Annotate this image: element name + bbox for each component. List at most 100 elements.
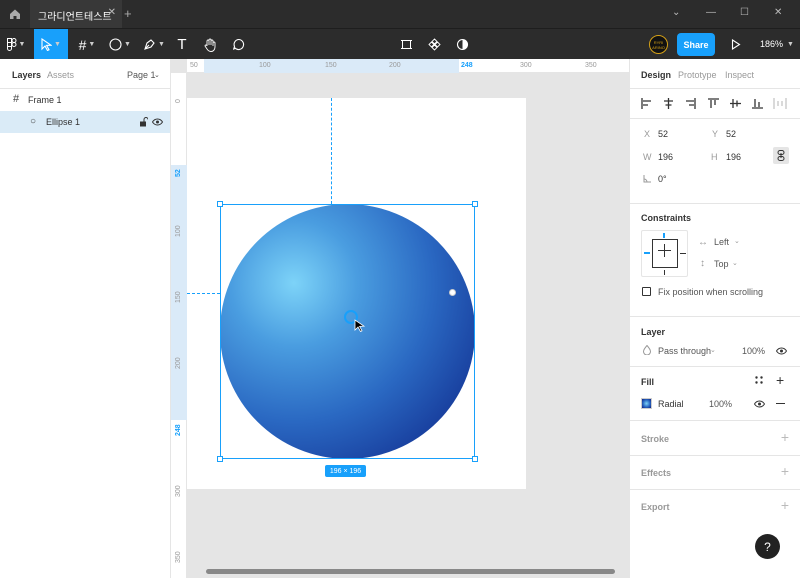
measure-guide-left bbox=[187, 293, 220, 294]
eye-icon[interactable] bbox=[754, 400, 765, 408]
comment-tool-button[interactable] bbox=[228, 29, 248, 60]
x-label: X bbox=[644, 129, 651, 139]
measure-guide-top bbox=[331, 98, 332, 204]
move-tool-button[interactable]: ▼ bbox=[34, 29, 68, 60]
ruler-tick: 150 bbox=[325, 62, 337, 69]
remove-fill-button[interactable] bbox=[776, 403, 785, 404]
gradient-edge-handle[interactable] bbox=[449, 289, 456, 296]
unlock-icon[interactable] bbox=[139, 117, 148, 127]
add-export-button[interactable]: + bbox=[781, 497, 789, 513]
fill-type[interactable]: Radial bbox=[658, 399, 684, 409]
pen-tool-button[interactable]: ▼ bbox=[139, 29, 169, 60]
home-button[interactable] bbox=[0, 0, 30, 28]
file-tab[interactable]: 그라디언트테스트 ✕ bbox=[30, 0, 122, 28]
share-button[interactable]: Share bbox=[677, 33, 715, 56]
selection-box bbox=[220, 204, 475, 459]
fix-scroll-checkbox[interactable] bbox=[642, 287, 651, 296]
fill-opacity-input[interactable]: 100% bbox=[709, 399, 732, 409]
page-selector[interactable]: Page 1 bbox=[127, 70, 156, 80]
tab-bar: 그라디언트테스트 ✕ + ⌄ — ☐ ✕ bbox=[0, 0, 800, 28]
tab-design[interactable]: Design bbox=[641, 70, 671, 80]
resize-handle-se[interactable] bbox=[472, 456, 478, 462]
horizontal-constraint-select[interactable]: Left bbox=[714, 237, 729, 247]
constraint-top-active[interactable] bbox=[663, 233, 665, 238]
align-top-icon[interactable] bbox=[708, 98, 719, 109]
ellipse-icon: ○ bbox=[30, 116, 37, 127]
align-bottom-icon[interactable] bbox=[752, 98, 763, 109]
ruler-tick-selected: 248 bbox=[175, 424, 182, 436]
constraints-title: Constraints bbox=[641, 213, 692, 223]
tab-layers[interactable]: Layers bbox=[12, 70, 41, 80]
pen-icon bbox=[144, 39, 155, 50]
window-close-icon[interactable]: ✕ bbox=[774, 7, 782, 18]
new-tab-button[interactable]: + bbox=[124, 6, 132, 21]
maximize-icon[interactable]: ☐ bbox=[740, 7, 749, 18]
eye-icon[interactable] bbox=[152, 118, 163, 126]
align-center-vertical-icon[interactable] bbox=[730, 98, 741, 109]
y-input[interactable]: 52 bbox=[726, 129, 736, 139]
crop-button[interactable] bbox=[396, 29, 416, 60]
close-tab-icon[interactable]: ✕ bbox=[108, 7, 116, 18]
text-tool-button[interactable]: T bbox=[172, 29, 192, 60]
resize-handle-sw[interactable] bbox=[217, 456, 223, 462]
frame-icon: # bbox=[78, 36, 87, 53]
add-effect-button[interactable]: + bbox=[781, 463, 789, 479]
constraint-left-active[interactable] bbox=[644, 252, 650, 254]
w-input[interactable]: 196 bbox=[658, 152, 673, 162]
fill-swatch[interactable] bbox=[641, 398, 652, 409]
constraint-right[interactable] bbox=[680, 253, 686, 254]
tab-assets[interactable]: Assets bbox=[47, 70, 74, 80]
align-center-horizontal-icon[interactable] bbox=[663, 98, 674, 109]
chevron-down-icon[interactable]: ⌄ bbox=[154, 71, 160, 79]
constraints-widget[interactable] bbox=[641, 230, 688, 277]
distribute-icon[interactable] bbox=[773, 98, 787, 109]
resize-handle-nw[interactable] bbox=[217, 201, 223, 207]
main-menu-button[interactable]: ▼ bbox=[0, 29, 32, 60]
constrain-proportions-button[interactable] bbox=[773, 147, 789, 164]
layer-row-frame[interactable]: # Frame 1 bbox=[0, 89, 170, 111]
eye-icon[interactable] bbox=[776, 347, 787, 355]
file-tab-title: 그라디언트테스트 bbox=[38, 12, 112, 23]
canvas[interactable]: 50 100 150 200 248 300 350 0 52 100 150 … bbox=[171, 59, 629, 578]
h-input[interactable]: 196 bbox=[726, 152, 741, 162]
align-right-icon[interactable] bbox=[685, 98, 696, 109]
blend-mode-select[interactable]: Pass through bbox=[658, 346, 711, 356]
blend-mode-icon bbox=[643, 345, 651, 355]
style-grid-icon[interactable] bbox=[755, 376, 763, 384]
vertical-ruler: 0 52 100 150 200 248 300 350 bbox=[171, 73, 187, 578]
vertical-constraint-select[interactable]: Top bbox=[714, 259, 729, 269]
zoom-level[interactable]: 186% bbox=[760, 39, 783, 49]
play-icon bbox=[731, 39, 741, 50]
resize-handle-ne[interactable] bbox=[472, 201, 478, 207]
help-button[interactable]: ? bbox=[755, 534, 780, 559]
rotation-input[interactable]: 0° bbox=[658, 174, 667, 184]
horizontal-scrollbar[interactable] bbox=[206, 569, 615, 574]
stroke-section: Stroke + bbox=[630, 421, 800, 456]
frame-tool-button[interactable]: # ▼ bbox=[72, 29, 102, 60]
layer-name: Frame 1 bbox=[28, 95, 62, 105]
layer-row-ellipse[interactable]: ○ Ellipse 1 bbox=[0, 111, 170, 133]
tab-prototype[interactable]: Prototype bbox=[678, 70, 717, 80]
frame-1[interactable]: 196 × 196 bbox=[187, 98, 526, 489]
tab-inspect[interactable]: Inspect bbox=[725, 70, 754, 80]
avatar[interactable]: RYRI ARINO bbox=[649, 35, 668, 54]
constraint-bottom[interactable] bbox=[664, 270, 665, 275]
layer-opacity-input[interactable]: 100% bbox=[742, 346, 765, 356]
present-button[interactable] bbox=[728, 29, 744, 60]
left-panel: Layers Assets Page 1 ⌄ # Frame 1 ○ Ellip… bbox=[0, 59, 171, 578]
transform-section: X 52 Y 52 W 196 H 196 0° bbox=[630, 119, 800, 204]
hand-tool-button[interactable] bbox=[200, 29, 220, 60]
minimize-icon[interactable]: — bbox=[706, 7, 716, 18]
ruler-tick: 100 bbox=[175, 225, 182, 237]
chevron-down-icon[interactable]: ⌄ bbox=[672, 7, 680, 18]
x-input[interactable]: 52 bbox=[658, 129, 668, 139]
add-fill-button[interactable]: + bbox=[776, 372, 784, 388]
mask-button[interactable] bbox=[452, 29, 472, 60]
components-button[interactable] bbox=[424, 29, 444, 60]
export-title: Export bbox=[641, 502, 670, 512]
shape-tool-button[interactable]: ▼ bbox=[105, 29, 135, 60]
align-left-icon[interactable] bbox=[641, 98, 652, 109]
chevron-down-icon[interactable]: ▼ bbox=[787, 41, 794, 48]
ruler-tick: 200 bbox=[175, 357, 182, 369]
add-stroke-button[interactable]: + bbox=[781, 429, 789, 445]
